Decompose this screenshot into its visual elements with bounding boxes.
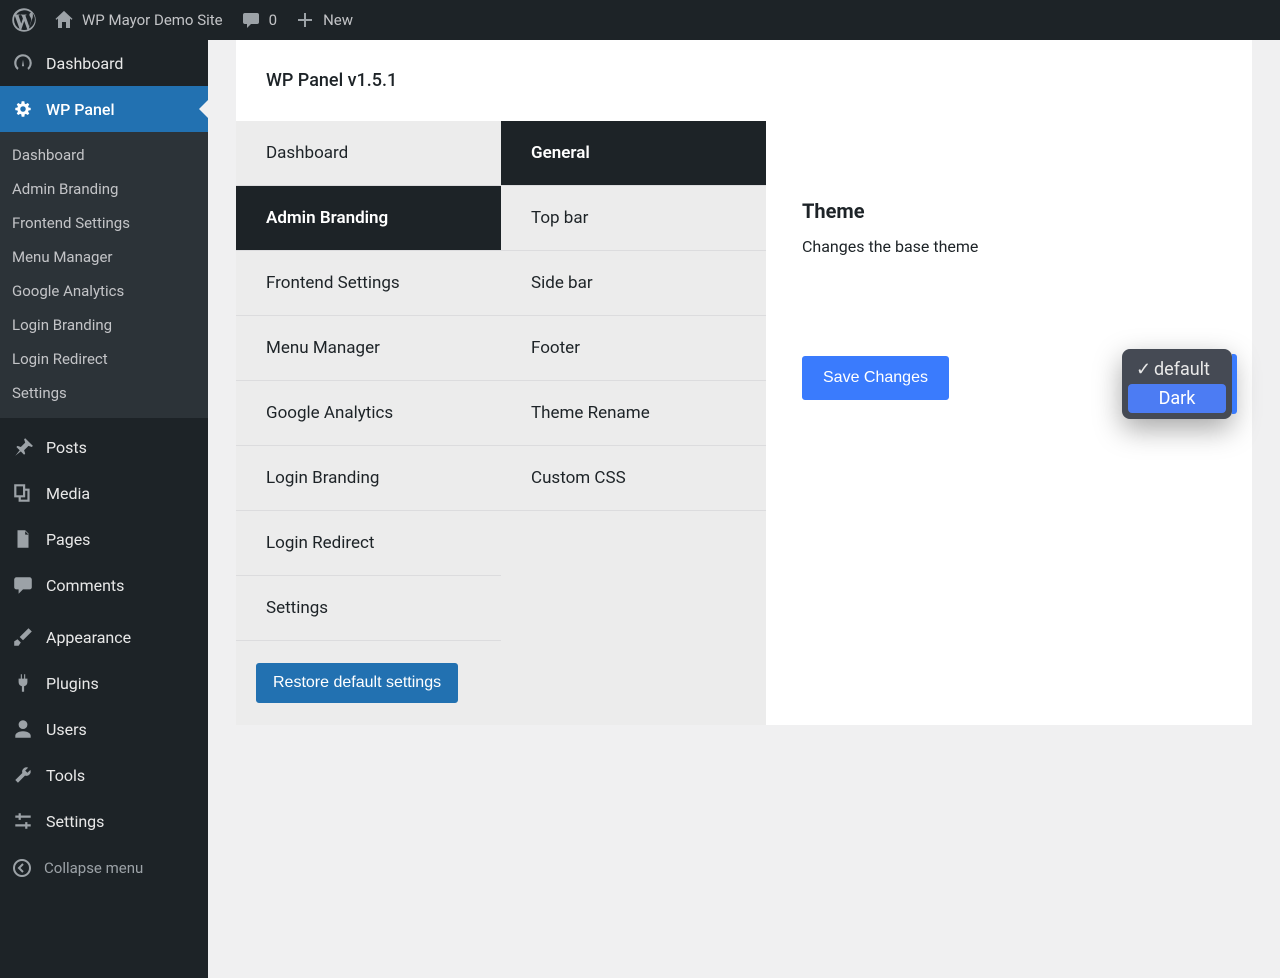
menu-item-settings[interactable]: Settings — [0, 798, 208, 844]
comments-link[interactable]: 0 — [241, 10, 277, 30]
tab-item[interactable]: Admin Branding — [236, 186, 501, 251]
wp-logo[interactable] — [12, 8, 36, 32]
tab-item[interactable]: Menu Manager — [236, 316, 501, 381]
wrench-icon — [12, 764, 34, 786]
secondary-tabs: GeneralTop barSide barFooterTheme Rename… — [501, 121, 766, 725]
admin-menu: DashboardWP PanelDashboardAdmin Branding… — [0, 40, 208, 978]
new-label: New — [323, 11, 353, 29]
collapse-menu[interactable]: Collapse menu — [0, 844, 208, 892]
collapse-icon — [12, 858, 32, 878]
site-link[interactable]: WP Mayor Demo Site — [54, 10, 223, 30]
wp-body: WP Panel v1.5.1 DashboardAdmin BrandingF… — [208, 40, 1280, 978]
dropdown-option-label: default — [1154, 359, 1210, 380]
menu-item-comments[interactable]: Comments — [0, 562, 208, 608]
tab-item[interactable]: Footer — [501, 316, 766, 381]
pin-icon — [12, 436, 34, 458]
tab-item[interactable]: General — [501, 121, 766, 186]
menu-item-label: Comments — [46, 576, 124, 595]
wp-adminbar: WP Mayor Demo Site 0 New — [0, 0, 1280, 40]
media-icon — [12, 482, 34, 504]
tab-item[interactable]: Login Branding — [236, 446, 501, 511]
menu-item-label: Plugins — [46, 674, 99, 693]
submenu-item[interactable]: Login Redirect — [0, 342, 208, 376]
menu-item-users[interactable]: Users — [0, 706, 208, 752]
dropdown-option-label: Dark — [1159, 388, 1196, 409]
setting-title: Theme — [802, 199, 1216, 223]
settings-pane: Theme Changes the base theme Save Change… — [766, 121, 1252, 725]
submenu-wp-panel: DashboardAdmin BrandingFrontend Settings… — [0, 132, 208, 418]
page-icon — [12, 528, 34, 550]
comment-icon — [12, 574, 34, 596]
restore-defaults-button[interactable]: Restore default settings — [256, 663, 458, 703]
submenu-item[interactable]: Dashboard — [0, 138, 208, 172]
plus-icon — [295, 10, 315, 30]
comment-icon — [241, 10, 261, 30]
menu-item-media[interactable]: Media — [0, 470, 208, 516]
submenu-item[interactable]: Login Branding — [0, 308, 208, 342]
menu-item-label: Posts — [46, 438, 87, 457]
tab-item[interactable]: Login Redirect — [236, 511, 501, 576]
theme-dropdown[interactable]: ✓default Dark — [1122, 349, 1232, 419]
menu-item-label: Media — [46, 484, 90, 503]
menu-item-tools[interactable]: Tools — [0, 752, 208, 798]
tab-item[interactable]: Google Analytics — [236, 381, 501, 446]
sliders-icon — [12, 810, 34, 832]
home-icon — [54, 10, 74, 30]
menu-item-label: Settings — [46, 812, 104, 831]
dropdown-option[interactable]: ✓default — [1128, 355, 1226, 384]
tab-item[interactable]: Theme Rename — [501, 381, 766, 446]
menu-item-label: Pages — [46, 530, 90, 549]
user-icon — [12, 718, 34, 740]
tab-item[interactable]: Settings — [236, 576, 501, 641]
primary-tabs: DashboardAdmin BrandingFrontend Settings… — [236, 121, 501, 725]
menu-item-dashboard[interactable]: Dashboard — [0, 40, 208, 86]
menu-item-posts[interactable]: Posts — [0, 424, 208, 470]
tab-item[interactable]: Custom CSS — [501, 446, 766, 511]
submenu-item[interactable]: Admin Branding — [0, 172, 208, 206]
submenu-item[interactable]: Frontend Settings — [0, 206, 208, 240]
tab-item[interactable]: Frontend Settings — [236, 251, 501, 316]
submenu-item[interactable]: Settings — [0, 376, 208, 410]
wordpress-icon — [12, 8, 36, 32]
menu-item-plugins[interactable]: Plugins — [0, 660, 208, 706]
save-button[interactable]: Save Changes — [802, 356, 949, 400]
gear-icon — [12, 98, 34, 120]
menu-item-label: Appearance — [46, 628, 131, 647]
menu-item-wp-panel[interactable]: WP Panel — [0, 86, 208, 132]
menu-item-label: Users — [46, 720, 87, 739]
tab-item[interactable]: Dashboard — [236, 121, 501, 186]
comments-count: 0 — [269, 11, 277, 29]
new-link[interactable]: New — [295, 10, 353, 30]
gauge-icon — [12, 52, 34, 74]
tab-item[interactable]: Top bar — [501, 186, 766, 251]
dropdown-option[interactable]: Dark — [1128, 384, 1226, 413]
plug-icon — [12, 672, 34, 694]
collapse-label: Collapse menu — [44, 859, 143, 877]
menu-item-pages[interactable]: Pages — [0, 516, 208, 562]
menu-item-label: Tools — [46, 766, 85, 785]
setting-description: Changes the base theme — [802, 237, 1216, 256]
submenu-item[interactable]: Menu Manager — [0, 240, 208, 274]
site-name: WP Mayor Demo Site — [82, 11, 223, 29]
panel-header: WP Panel v1.5.1 — [236, 40, 1252, 121]
brush-icon — [12, 626, 34, 648]
check-icon: ✓ — [1136, 359, 1150, 380]
menu-item-label: WP Panel — [46, 100, 115, 119]
menu-item-label: Dashboard — [46, 54, 123, 73]
submenu-item[interactable]: Google Analytics — [0, 274, 208, 308]
menu-item-appearance[interactable]: Appearance — [0, 614, 208, 660]
tab-item[interactable]: Side bar — [501, 251, 766, 316]
